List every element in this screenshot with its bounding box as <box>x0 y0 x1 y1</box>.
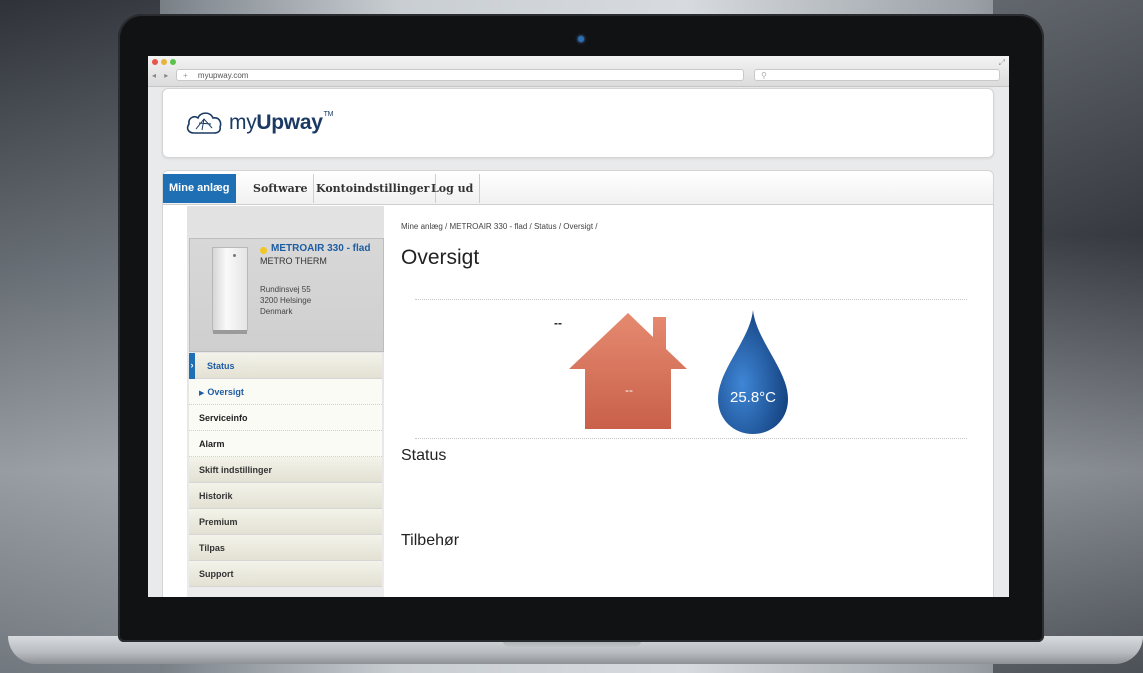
sidebar-item-serviceinfo[interactable]: Serviceinfo <box>189 405 382 431</box>
accessories-section-title: Tilbehør <box>401 532 460 549</box>
sidebar-menu: Status ▶Oversigt Serviceinfo Alarm Skift… <box>189 352 382 587</box>
logo-prefix: my <box>229 111 257 134</box>
sidebar-item-support[interactable]: Support <box>189 561 382 587</box>
tab-log-ud[interactable]: Log ud <box>425 174 481 203</box>
fullscreen-icon[interactable]: ⤢ <box>999 58 1005 68</box>
divider <box>415 299 967 300</box>
sidebar-item-label: Serviceinfo <box>199 413 248 423</box>
house-icon <box>569 313 687 429</box>
sidebar: METROAIR 330 - flad METRO THERM Rundinsv… <box>187 206 384 597</box>
browser-chrome: ◂ ▸ + myupway.com ⚲ ⤢ <box>148 56 1009 87</box>
address-line: Denmark <box>260 307 293 316</box>
browser-search-field[interactable]: ⚲ <box>754 69 1000 81</box>
address-line: 3200 Helsinge <box>260 296 312 305</box>
sidebar-item-skift-indstillinger[interactable]: Skift indstillinger <box>189 457 382 483</box>
water-drop-icon <box>718 310 788 434</box>
device-name[interactable]: METROAIR 330 - flad <box>271 243 370 254</box>
cloud-logo-icon <box>186 112 222 134</box>
tab-mine-anlaeg[interactable]: Mine anlæg <box>163 174 236 203</box>
page-title: Oversigt <box>401 246 480 269</box>
sidebar-item-tilpas[interactable]: Tilpas <box>189 535 382 561</box>
main-panel: Mine anlæg Software Kontoindstillinger L… <box>162 170 994 597</box>
content-area: Mine anlæg / METROAIR 330 - flad / Statu… <box>401 206 971 597</box>
sidebar-item-label: Alarm <box>199 439 225 449</box>
site-header: myUpwayTM <box>162 88 994 158</box>
logo-text: myUpwayTM <box>229 111 333 135</box>
sidebar-item-historik[interactable]: Historik <box>189 483 382 509</box>
sidebar-item-alarm[interactable]: Alarm <box>189 431 382 457</box>
breadcrumb[interactable]: Mine anlæg / METROAIR 330 - flad / Statu… <box>401 222 598 231</box>
back-forward-buttons[interactable]: ◂ ▸ <box>152 71 171 80</box>
new-tab-icon[interactable]: + <box>183 71 188 80</box>
sidebar-item-status[interactable]: Status <box>189 352 382 379</box>
status-section-title: Status <box>401 447 447 464</box>
camera-icon <box>578 36 584 42</box>
heat-pump-image <box>212 247 248 334</box>
status-dot-icon <box>260 247 267 254</box>
address-line: Rundinsvej 55 <box>260 285 311 294</box>
tab-kontoindstillinger[interactable]: Kontoindstillinger <box>310 174 437 203</box>
trademark-mark: TM <box>323 111 334 118</box>
outdoor-temp: -- <box>554 316 562 330</box>
divider <box>415 438 967 439</box>
logo-bold: Upway <box>256 111 323 134</box>
tab-software[interactable]: Software <box>247 174 315 203</box>
maximize-window-icon[interactable] <box>170 59 176 65</box>
device-card[interactable]: METROAIR 330 - flad METRO THERM Rundinsv… <box>189 238 384 352</box>
sidebar-item-oversigt[interactable]: ▶ Oversigt <box>189 379 382 405</box>
caret-right-icon: ▶ <box>199 390 205 397</box>
sidebar-item-premium[interactable]: Premium <box>189 509 382 535</box>
indoor-temp: -- <box>625 383 633 397</box>
minimize-window-icon[interactable] <box>161 59 167 65</box>
address-bar[interactable]: + myupway.com <box>176 69 744 81</box>
close-window-icon[interactable] <box>152 59 158 65</box>
top-tabs: Mine anlæg Software Kontoindstillinger L… <box>163 171 993 205</box>
device-address: Rundinsvej 55 3200 Helsinge Denmark <box>260 284 311 317</box>
address-bar-url: myupway.com <box>197 71 249 80</box>
sidebar-item-label: Oversigt <box>207 387 244 397</box>
screen: ◂ ▸ + myupway.com ⚲ ⤢ myUpwayTM Mine anl… <box>148 56 1009 597</box>
hot-water-temp: 25.8°C <box>729 389 777 406</box>
device-brand: METRO THERM <box>260 256 327 266</box>
myupway-logo[interactable]: myUpwayTM <box>185 107 333 139</box>
search-icon: ⚲ <box>761 71 767 80</box>
